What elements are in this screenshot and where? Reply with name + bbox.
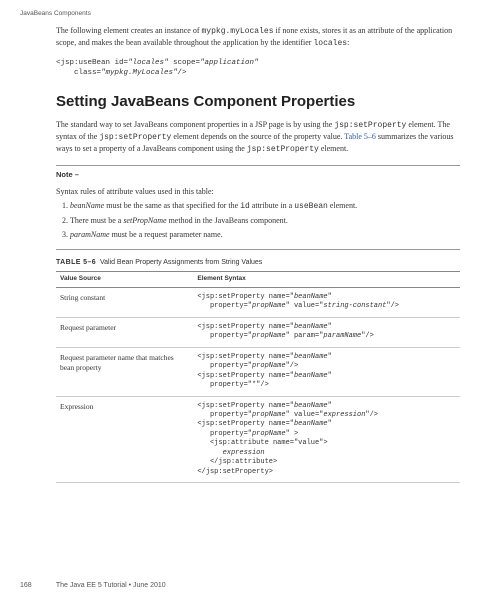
cell-source: String constant: [56, 288, 193, 318]
footer-text: The Java EE 5 Tutorial • June 2010: [56, 582, 166, 589]
syntax-rules-list: beanName must be the same as that specif…: [70, 201, 460, 240]
property-assignment-table: Value Source Element Syntax String const…: [56, 271, 460, 483]
rule-item: There must be a setPropName method in th…: [70, 216, 460, 227]
th-element-syntax: Element Syntax: [193, 272, 460, 288]
table-caption: TABLE 5–6 Valid Bean Property Assignment…: [56, 258, 460, 267]
intro-paragraph: The following element creates an instanc…: [56, 26, 460, 50]
rule-item: paramName must be a request parameter na…: [70, 230, 460, 241]
table-row: String constant <jsp:setProperty name="b…: [56, 288, 460, 318]
note-rule-bottom: [56, 249, 460, 250]
syntax-rules-lead: Syntax rules of attribute values used in…: [56, 187, 460, 198]
rule-item: beanName must be the same as that specif…: [70, 201, 460, 213]
table-title: Valid Bean Property Assignments from Str…: [100, 259, 262, 266]
cell-syntax: <jsp:setProperty name="beanName" propert…: [193, 396, 460, 483]
section-body: The standard way to set JavaBeans compon…: [56, 120, 460, 155]
table-row: Request parameter name that matches bean…: [56, 347, 460, 396]
table-row: Request parameter <jsp:setProperty name=…: [56, 317, 460, 347]
page-number: 168: [20, 581, 54, 590]
cell-source: Request parameter: [56, 317, 193, 347]
note-rule-top: [56, 165, 460, 166]
cell-syntax: <jsp:setProperty name="beanName" propert…: [193, 347, 460, 396]
note-label: Note –: [56, 170, 460, 180]
cell-source: Request parameter name that matches bean…: [56, 347, 193, 396]
table-number: TABLE 5–6: [56, 259, 96, 266]
cell-source: Expression: [56, 396, 193, 483]
code-block-usebean: <jsp:useBean id="locales" scope="applica…: [56, 58, 460, 78]
running-header: JavaBeans Components: [20, 10, 91, 19]
page-footer: 168 The Java EE 5 Tutorial • June 2010: [20, 581, 166, 590]
table-row: Expression <jsp:setProperty name="beanNa…: [56, 396, 460, 483]
cell-syntax: <jsp:setProperty name="beanName" propert…: [193, 288, 460, 318]
th-value-source: Value Source: [56, 272, 193, 288]
section-heading: Setting JavaBeans Component Properties: [56, 92, 460, 112]
page: JavaBeans Components The following eleme…: [0, 0, 500, 600]
cell-syntax: <jsp:setProperty name="beanName" propert…: [193, 317, 460, 347]
